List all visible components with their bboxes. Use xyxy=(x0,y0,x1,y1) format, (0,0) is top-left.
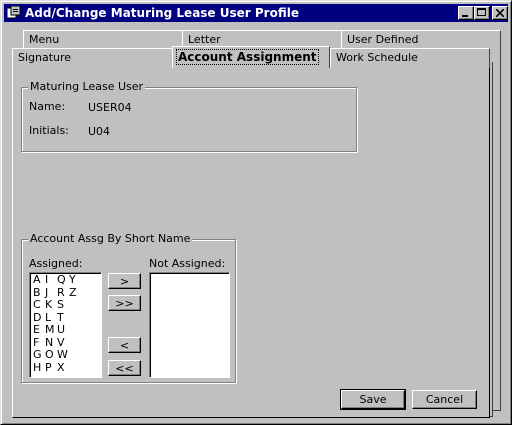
list-cell: I xyxy=(45,273,49,286)
name-label: Name: xyxy=(29,100,66,113)
account-assignment-group: Account Assg By Short Name Assigned: Not… xyxy=(21,232,236,383)
list-cell: W xyxy=(57,348,68,361)
list-cell: K xyxy=(45,298,53,311)
button-label: > xyxy=(119,275,130,288)
list-cell: P xyxy=(45,360,52,374)
minimize-button[interactable] xyxy=(458,6,474,20)
title-bar[interactable]: Add/Change Maturing Lease User Profile xyxy=(4,4,508,22)
list-cell: L xyxy=(45,310,52,324)
group-legend: Maturing Lease User xyxy=(28,80,146,93)
maximize-icon xyxy=(477,8,486,16)
cancel-button[interactable]: Cancel xyxy=(412,390,477,409)
list-cell: R xyxy=(57,285,65,299)
assigned-label: Assigned: xyxy=(29,257,83,270)
tab-user-defined[interactable]: User Defined xyxy=(341,30,501,50)
list-cell: U xyxy=(57,323,66,336)
maximize-button[interactable] xyxy=(474,6,490,20)
app-icon xyxy=(7,6,21,19)
tab-signature[interactable]: Signature xyxy=(12,48,173,68)
assigned-listbox[interactable]: AIQY BJRZ CKS DLT EMU FNV GOW HPX xyxy=(29,272,102,378)
list-cell: D xyxy=(33,310,42,324)
button-label: << xyxy=(115,362,134,375)
tab-account-assignment[interactable]: Account Assignment xyxy=(172,46,330,68)
maturing-lease-user-group: Maturing Lease User Name: USER04 Initial… xyxy=(21,80,357,152)
list-cell: J xyxy=(45,285,49,299)
window-title: Add/Change Maturing Lease User Profile xyxy=(25,6,299,20)
list-cell: X xyxy=(57,360,65,374)
list-cell: B xyxy=(33,285,41,299)
group-legend: Account Assg By Short Name xyxy=(28,232,193,245)
list-cell: V xyxy=(57,335,65,349)
tab-menu[interactable]: Menu xyxy=(23,30,183,50)
initials-label: Initials: xyxy=(29,124,69,137)
move-right-button[interactable]: > xyxy=(108,273,141,289)
not-assigned-listbox[interactable] xyxy=(149,272,230,378)
list-cell: N xyxy=(45,335,54,349)
move-left-button[interactable]: < xyxy=(108,337,141,353)
list-cell: M xyxy=(45,323,55,336)
minimize-icon xyxy=(462,15,468,17)
tab-label: User Defined xyxy=(347,33,419,46)
tab-page-account-assignment: Maturing Lease User Name: USER04 Initial… xyxy=(12,67,490,418)
not-assigned-label: Not Assigned: xyxy=(149,257,226,270)
tab-label: Letter xyxy=(188,33,221,46)
tab-label: Account Assignment xyxy=(176,49,319,65)
close-button[interactable] xyxy=(492,6,508,20)
list-cell: E xyxy=(33,323,40,336)
list-cell: O xyxy=(45,348,54,361)
tab-label: Menu xyxy=(29,33,60,46)
button-label: Cancel xyxy=(425,393,464,406)
dialog-window: Add/Change Maturing Lease User Profile M… xyxy=(0,0,512,425)
list-cell: Y xyxy=(69,273,76,286)
list-cell: A xyxy=(33,273,41,286)
initials-value: U04 xyxy=(88,125,111,138)
list-cell: Q xyxy=(57,273,66,286)
save-button[interactable]: Save xyxy=(340,389,406,410)
list-cell: T xyxy=(57,310,64,324)
tab-label: Signature xyxy=(18,51,72,64)
move-all-right-button[interactable]: >> xyxy=(108,295,141,311)
button-label: Save xyxy=(359,393,387,406)
close-icon xyxy=(496,9,504,17)
list-cell: F xyxy=(33,335,40,349)
list-cell: G xyxy=(33,348,42,361)
tab-label: Work Schedule xyxy=(336,51,418,64)
list-cell: S xyxy=(57,298,64,311)
button-label: < xyxy=(119,339,130,352)
list-cell: C xyxy=(33,298,41,311)
name-value: USER04 xyxy=(88,101,132,114)
list-cell: Z xyxy=(69,285,77,299)
list-cell: H xyxy=(33,360,42,374)
move-all-left-button[interactable]: << xyxy=(108,360,141,376)
button-label: >> xyxy=(115,297,134,310)
tab-work-schedule[interactable]: Work Schedule xyxy=(330,48,490,68)
